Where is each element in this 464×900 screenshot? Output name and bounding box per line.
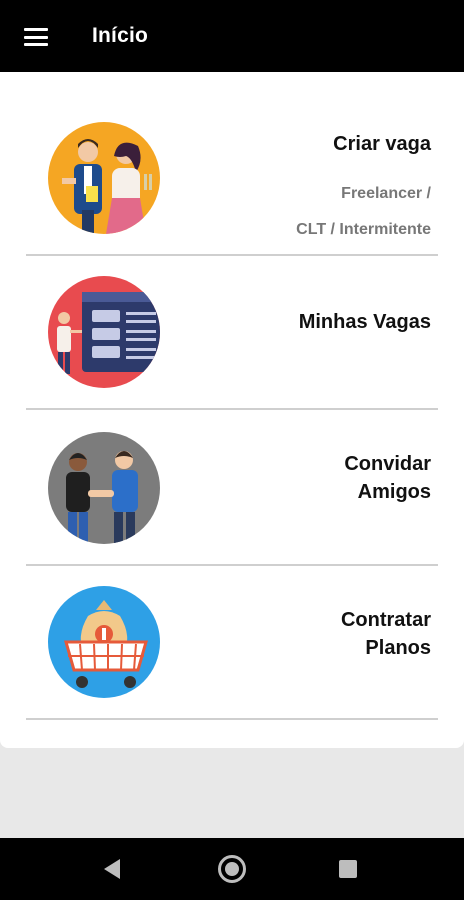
page-title: Início [92, 24, 149, 47]
menu-item-sublabel: Freelancer / CLT / Intermitente [296, 176, 431, 248]
sublabel-line-2: CLT / Intermitente [296, 221, 431, 238]
menu-item-contratar-planos[interactable]: Contratar Planos [26, 568, 438, 720]
menu-item-convidar-amigos[interactable]: Convidar Amigos [26, 412, 438, 566]
menu-item-label: Criar vaga [333, 133, 431, 155]
label-line-2: Planos [365, 637, 431, 659]
label-line-2: Amigos [357, 481, 431, 503]
menu-item-label: Convidar Amigos [344, 450, 431, 506]
back-icon[interactable] [104, 859, 120, 879]
sublabel-line-1: Freelancer / [341, 185, 431, 202]
home-icon[interactable] [218, 855, 246, 883]
people-icon [48, 122, 160, 234]
job-board-icon [48, 276, 160, 388]
menu-item-minhas-vagas[interactable]: Minhas Vagas [26, 258, 438, 410]
shopping-cart-money-icon [48, 586, 160, 698]
handshake-icon [48, 432, 160, 544]
label-line-1: Contratar [340, 609, 431, 631]
label-line-1: Convidar [344, 453, 431, 475]
app-bar: Início [0, 0, 464, 72]
menu-card: Criar vaga Freelancer / CLT / Intermiten… [0, 72, 464, 748]
menu-item-criar-vaga[interactable]: Criar vaga Freelancer / CLT / Intermiten… [26, 100, 438, 256]
menu-item-label: Minhas Vagas [298, 311, 431, 333]
menu-item-label: Contratar Planos [341, 606, 431, 662]
recents-icon[interactable] [339, 860, 357, 878]
menu-icon[interactable] [24, 28, 48, 46]
